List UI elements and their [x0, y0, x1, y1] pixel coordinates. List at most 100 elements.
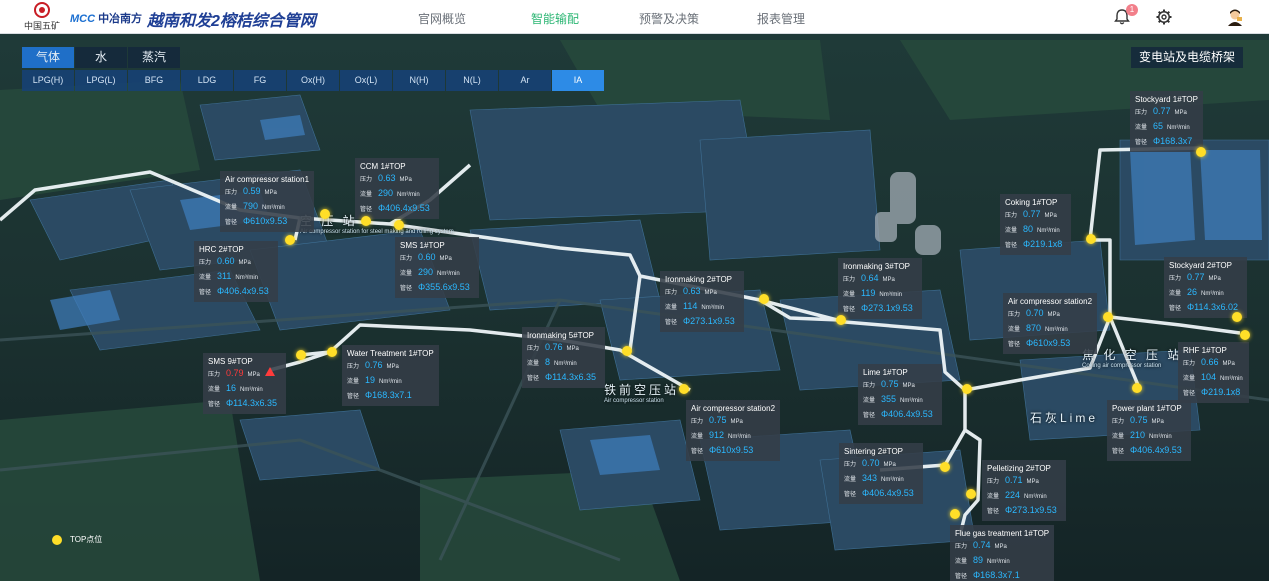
station-card[interactable]: Power plant 1#TOP 压力 0.75 MPa 流量 210 Nm³/min…	[1107, 400, 1191, 461]
flow-unit: Nm³/min	[900, 398, 923, 404]
top-point-marker[interactable]	[1240, 330, 1250, 340]
legend: TOP点位	[52, 534, 102, 545]
top-point-marker[interactable]	[327, 347, 337, 357]
top-point-marker[interactable]	[622, 346, 632, 356]
station-card[interactable]: Stockyard 1#TOP 压力 0.77 MPa 流量 65 Nm³/min 管径…	[1130, 91, 1203, 152]
station-card[interactable]: Air compressor station2 压力 0.70 MPa 流量 870 N…	[1003, 293, 1098, 354]
flow-value: 355	[881, 394, 897, 404]
top-point-marker[interactable]	[394, 220, 404, 230]
pressure-label: 压力	[863, 383, 876, 389]
station-card[interactable]: Lime 1#TOP 压力 0.75 MPa 流量 355 Nm³/min 管径 Φ406…	[858, 364, 942, 425]
pipe-label: 管径	[1169, 306, 1182, 312]
station-card[interactable]: SMS 1#TOP 压力 0.60 MPa 流量 290 Nm³/min 管径 Φ355.…	[395, 237, 479, 298]
pipe-label: 管径	[1005, 243, 1018, 249]
pipe-value: Φ273.1x9.53	[861, 303, 913, 313]
pressure-value: 0.71	[1005, 475, 1023, 485]
flow-value: 80	[1023, 224, 1034, 234]
station-card[interactable]: Coking 1#TOP 压力 0.77 MPa 流量 80 Nm³/min 管径 Φ21…	[1000, 194, 1072, 255]
pressure-unit: MPa	[399, 177, 412, 183]
pressure-unit: MPa	[704, 290, 717, 296]
top-point-marker[interactable]	[940, 462, 950, 472]
subtab-ar[interactable]: Ar	[499, 70, 551, 91]
subtab-n-h[interactable]: N(H)	[393, 70, 445, 91]
area-label-coking-compressor-text: 焦 化 空 压 站	[1082, 348, 1183, 362]
top-point-marker[interactable]	[962, 384, 972, 394]
subtab-lpg-l[interactable]: LPG(L)	[75, 70, 127, 91]
nav-alerts-decisions[interactable]: 预警及决策	[639, 10, 699, 27]
station-card[interactable]: Stockyard 2#TOP 压力 0.77 MPa 流量 26 Nm³/min 管径…	[1164, 257, 1248, 318]
pressure-value: 0.60	[217, 256, 235, 266]
top-point-marker[interactable]	[1132, 383, 1142, 393]
pressure-unit: MPa	[386, 364, 399, 370]
top-point-marker[interactable]	[1232, 312, 1242, 322]
top-point-marker[interactable]	[1086, 234, 1096, 244]
station-card[interactable]: HRC 2#TOP 压力 0.60 MPa 流量 311 Nm³/min 管径 Φ406.…	[194, 241, 278, 302]
pressure-value: 0.76	[365, 360, 383, 370]
settings-button[interactable]	[1154, 7, 1174, 27]
top-point-marker[interactable]	[679, 384, 689, 394]
station-card[interactable]: Sintering 2#TOP 压力 0.70 MPa 流量 343 Nm³/min 管…	[839, 443, 923, 504]
top-point-marker[interactable]	[320, 209, 330, 219]
top-point-marker[interactable]	[966, 489, 976, 499]
warning-triangle-icon[interactable]	[264, 367, 275, 376]
flow-value: 290	[378, 188, 394, 198]
tab-steam[interactable]: 蒸汽	[128, 47, 180, 68]
pipe-label: 管径	[527, 376, 540, 382]
top-point-marker[interactable]	[361, 216, 371, 226]
nav-intelligent-delivery[interactable]: 智能输配	[531, 10, 579, 27]
station-card[interactable]: CCM 1#TOP 压力 0.63 MPa 流量 290 Nm³/min 管径 Φ406.…	[355, 158, 439, 219]
flow-label: 流量	[1112, 434, 1125, 440]
pressure-label: 压力	[843, 277, 856, 283]
substation-cable-tray-button[interactable]: 变电站及电缆桥架	[1130, 47, 1243, 68]
flow-value: 16	[226, 383, 237, 393]
flow-label: 流量	[1008, 327, 1021, 333]
station-card[interactable]: Ironmaking 2#TOP 压力 0.63 MPa 流量 114 Nm³/min …	[660, 271, 744, 332]
top-point-marker[interactable]	[759, 294, 769, 304]
subtab-ox-l[interactable]: Ox(L)	[340, 70, 392, 91]
subtab-ia[interactable]: IA	[552, 70, 604, 91]
station-card[interactable]: Air compressor station1 压力 0.59 MPa 流量 790 N…	[220, 171, 315, 232]
area-label-coking-compressor-sub: Coking air compressor station	[1082, 363, 1162, 369]
user-avatar-button[interactable]	[1225, 7, 1245, 27]
station-card[interactable]: Water Treatment 1#TOP 压力 0.76 MPa 流量 19 Nm³/…	[342, 345, 439, 406]
pipe-value: Φ406.4x9.53	[378, 203, 430, 213]
subtab-lpg-h[interactable]: LPG(H)	[22, 70, 74, 91]
pipe-label: 管径	[400, 286, 413, 292]
area-label-ironmaking-compressor: 铁前空压站 Air compressor station	[604, 381, 679, 404]
pressure-value: 0.70	[862, 458, 880, 468]
station-card[interactable]: Pelletizing 2#TOP 压力 0.71 MPa 流量 224 Nm³/min…	[982, 460, 1066, 521]
area-label-ironmaking-compressor-sub: Air compressor station	[604, 398, 664, 404]
station-card[interactable]: Ironmaking 3#TOP 压力 0.64 MPa 流量 119 Nm³/min …	[838, 258, 922, 319]
nav-overview[interactable]: 官网概览	[418, 10, 466, 27]
subtab-ldg[interactable]: LDG	[181, 70, 233, 91]
top-point-marker[interactable]	[285, 235, 295, 245]
subtab-ox-h[interactable]: Ox(H)	[287, 70, 339, 91]
top-point-marker[interactable]	[836, 315, 846, 325]
notification-button[interactable]: 1	[1112, 4, 1138, 27]
top-point-marker[interactable]	[1196, 147, 1206, 157]
pressure-unit: MPa	[994, 544, 1007, 550]
station-card-alarm[interactable]: SMS 9#TOP 压力 0.79 MPa 流量 16 Nm³/min 管径 Φ114.3…	[203, 353, 287, 414]
tab-water[interactable]: 水	[75, 47, 127, 68]
subtab-bfg[interactable]: BFG	[128, 70, 180, 91]
pipe-label: 管径	[360, 207, 373, 213]
subtab-n-l[interactable]: N(L)	[446, 70, 498, 91]
notification-badge: 1	[1126, 4, 1138, 16]
flow-label: 流量	[863, 398, 876, 404]
subtab-fg[interactable]: FG	[234, 70, 286, 91]
station-card[interactable]: Flue gas treatment 1#TOP 压力 0.74 MPa 流量 89 N…	[950, 525, 1055, 581]
nav-reports[interactable]: 报表管理	[757, 10, 805, 27]
flow-label: 流量	[691, 434, 704, 440]
top-point-marker[interactable]	[1103, 312, 1113, 322]
pressure-value: 0.60	[418, 252, 436, 262]
station-card[interactable]: Air compressor station2 压力 0.75 MPa 流量 912 N…	[686, 400, 781, 461]
station-name: CCM 1#TOP	[360, 162, 406, 171]
station-card[interactable]: RHF 1#TOP 压力 0.66 MPa 流量 104 Nm³/min 管径 Φ219.…	[1178, 342, 1250, 403]
tab-gas[interactable]: 气体	[22, 47, 74, 68]
flow-unit: Nm³/min	[701, 305, 725, 311]
top-point-marker[interactable]	[950, 509, 960, 519]
pipe-label: 管径	[955, 574, 968, 580]
top-point-marker[interactable]	[296, 350, 306, 360]
pressure-unit: MPa	[247, 372, 260, 378]
station-card[interactable]: Ironmaking 5#TOP 压力 0.76 MPa 流量 8 Nm³/min 管径…	[522, 327, 606, 388]
